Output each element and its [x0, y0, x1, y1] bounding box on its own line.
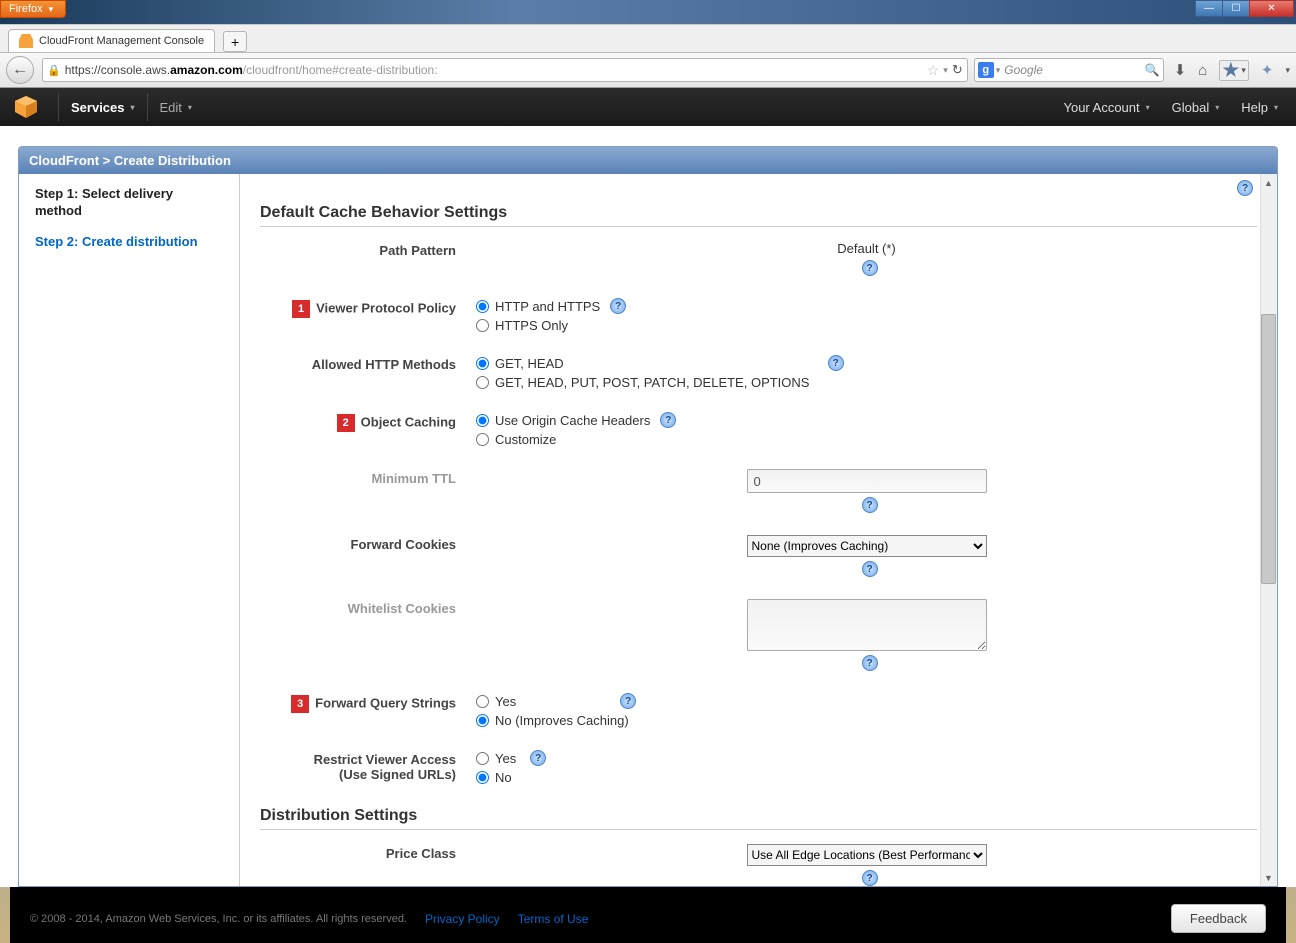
window-maximize-button[interactable]: ☐	[1222, 0, 1250, 17]
search-bar[interactable]: g ▾ Google 🔍	[974, 58, 1164, 82]
radio-origin-cache[interactable]	[476, 414, 489, 427]
google-icon: g	[978, 62, 994, 78]
bookmark-star-icon[interactable]: ☆	[927, 62, 940, 79]
callout-badge-2: 2	[337, 414, 355, 432]
url-dropdown-icon[interactable]: ▾	[943, 65, 948, 76]
scroll-down-icon[interactable]: ▼	[1260, 869, 1277, 886]
bookmark-icon	[1222, 62, 1239, 79]
breadcrumb-root[interactable]: CloudFront	[29, 153, 99, 168]
browser-toolbar: ← 🔒 https://console.aws.amazon.com/cloud…	[0, 52, 1296, 88]
window-minimize-button[interactable]: —	[1195, 0, 1223, 17]
breadcrumb: CloudFront > Create Distribution	[19, 147, 1277, 174]
window-close-button[interactable]: ✕	[1249, 0, 1294, 17]
url-bar[interactable]: 🔒 https://console.aws.amazon.com/cloudfr…	[42, 58, 968, 82]
services-menu[interactable]: Services	[71, 100, 135, 115]
lock-icon: 🔒	[47, 64, 61, 77]
aws-logo-icon[interactable]	[14, 96, 38, 118]
scrollbar-thumb[interactable]	[1261, 314, 1276, 584]
url-suffix: /cloudfront/home#create-distribution:	[243, 63, 438, 77]
label-object-caching: Object Caching	[361, 414, 456, 429]
main-content: Default Cache Behavior Settings Path Pat…	[240, 174, 1277, 886]
page-help-icon[interactable]: ?	[1237, 180, 1253, 196]
help-icon[interactable]: ?	[660, 412, 676, 428]
terms-link[interactable]: Terms of Use	[518, 912, 589, 926]
aws-favicon-icon	[19, 34, 33, 48]
help-icon[interactable]: ?	[862, 870, 878, 886]
addons-icon[interactable]: ✦	[1261, 61, 1274, 79]
help-icon[interactable]: ?	[610, 298, 626, 314]
url-domain: amazon.com	[170, 63, 243, 77]
scroll-up-icon[interactable]: ▲	[1260, 174, 1277, 191]
search-placeholder: Google	[1004, 63, 1043, 77]
toolbar-menu-dropdown[interactable]: ▾	[1285, 65, 1290, 76]
label-viewer-protocol: Viewer Protocol Policy	[316, 300, 456, 315]
breadcrumb-separator: >	[103, 153, 111, 168]
region-menu[interactable]: Global	[1172, 100, 1220, 115]
radio-query-no[interactable]	[476, 714, 489, 727]
radio-query-yes[interactable]	[476, 695, 489, 708]
callout-badge-1: 1	[292, 300, 310, 318]
footer: © 2008 - 2014, Amazon Web Services, Inc.…	[0, 904, 1296, 933]
input-min-ttl[interactable]	[747, 469, 987, 493]
browser-tab-active[interactable]: CloudFront Management Console	[8, 29, 215, 52]
new-tab-button[interactable]: +	[223, 31, 247, 52]
help-icon[interactable]: ?	[862, 497, 878, 513]
help-icon[interactable]: ?	[828, 355, 844, 371]
help-icon[interactable]: ?	[530, 750, 546, 766]
aws-nav-bar: Services Edit Your Account Global Help	[0, 88, 1296, 126]
account-menu[interactable]: Your Account	[1063, 100, 1149, 115]
radio-customize[interactable]	[476, 433, 489, 446]
label-min-ttl: Minimum TTL	[260, 469, 476, 486]
downloads-icon[interactable]: ⬇	[1174, 61, 1187, 79]
radio-restrict-no[interactable]	[476, 771, 489, 784]
radio-all-methods[interactable]	[476, 376, 489, 389]
label-allowed-methods: Allowed HTTP Methods	[260, 355, 476, 372]
help-menu[interactable]: Help	[1241, 100, 1278, 115]
home-icon[interactable]: ⌂	[1198, 62, 1207, 79]
search-engine-dropdown-icon[interactable]: ▾	[996, 65, 1001, 76]
back-button[interactable]: ←	[6, 56, 34, 84]
textarea-whitelist-cookies[interactable]	[747, 599, 987, 651]
label-restrict-access-l2: (Use Signed URLs)	[339, 767, 456, 782]
help-icon[interactable]: ?	[862, 655, 878, 671]
edit-menu[interactable]: Edit	[160, 100, 192, 115]
firefox-menu-button[interactable]: Firefox	[0, 0, 66, 18]
label-forward-cookies: Forward Cookies	[260, 535, 476, 552]
label-forward-query: Forward Query Strings	[315, 695, 456, 710]
privacy-link[interactable]: Privacy Policy	[425, 912, 500, 926]
select-forward-cookies[interactable]: None (Improves Caching)	[747, 535, 987, 557]
wizard-sidebar: Step 1: Select delivery method Step 2: C…	[19, 174, 240, 886]
path-pattern-value: Default (*)	[837, 241, 896, 256]
label-whitelist-cookies: Whitelist Cookies	[260, 599, 476, 616]
label-path-pattern: Path Pattern	[260, 241, 476, 258]
callout-badge-3: 3	[291, 695, 309, 713]
bookmarks-button[interactable]: ▾	[1219, 60, 1249, 81]
radio-get-head[interactable]	[476, 357, 489, 370]
search-submit-icon[interactable]: 🔍	[1145, 63, 1160, 77]
section-distribution-title: Distribution Settings	[260, 807, 1257, 830]
breadcrumb-page[interactable]: Create Distribution	[114, 153, 231, 168]
radio-restrict-yes[interactable]	[476, 752, 489, 765]
help-icon[interactable]: ?	[862, 561, 878, 577]
copyright-text: © 2008 - 2014, Amazon Web Services, Inc.…	[30, 913, 407, 925]
help-icon[interactable]: ?	[862, 260, 878, 276]
browser-tabstrip: CloudFront Management Console +	[0, 24, 1296, 52]
label-price-class: Price Class	[260, 844, 476, 861]
label-restrict-access-l1: Restrict Viewer Access	[314, 752, 456, 767]
wizard-step-1[interactable]: Step 1: Select delivery method	[35, 186, 223, 220]
tab-title: CloudFront Management Console	[39, 35, 204, 47]
section-cache-behavior-title: Default Cache Behavior Settings	[260, 204, 1257, 227]
radio-https-only[interactable]	[476, 319, 489, 332]
help-icon[interactable]: ?	[620, 693, 636, 709]
feedback-button[interactable]: Feedback	[1171, 904, 1266, 933]
wizard-step-2[interactable]: Step 2: Create distribution	[35, 234, 223, 249]
select-price-class[interactable]: Use All Edge Locations (Best Performance…	[747, 844, 987, 866]
radio-http-https[interactable]	[476, 300, 489, 313]
reload-icon[interactable]: ↻	[952, 62, 963, 78]
url-prefix: https://console.aws.	[65, 63, 170, 77]
scrollbar[interactable]: ▲ ▼	[1260, 174, 1277, 886]
